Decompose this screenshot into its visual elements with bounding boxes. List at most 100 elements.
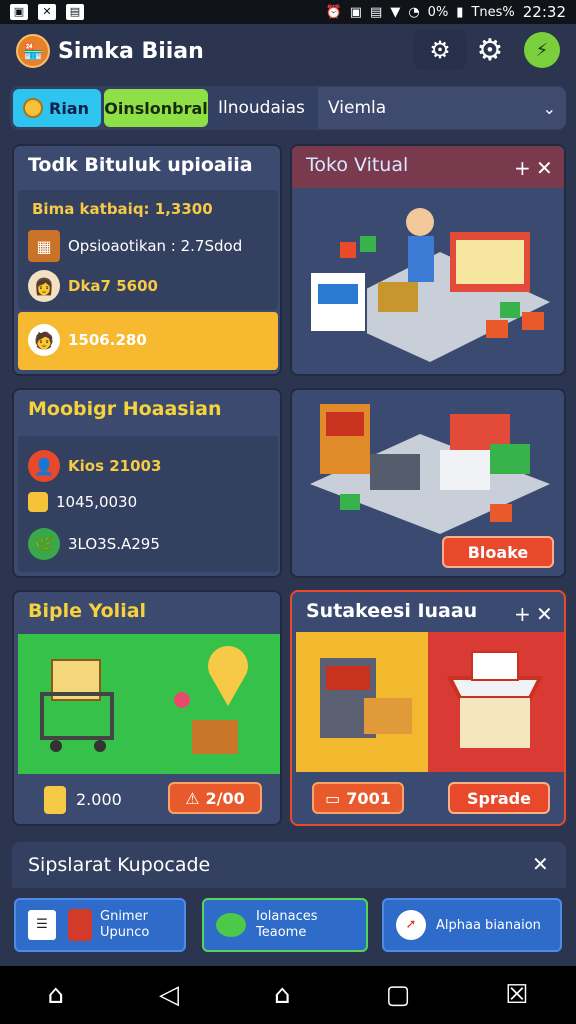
chip-rian[interactable]: Rian — [13, 89, 101, 127]
crate-icon: ▦ — [28, 230, 60, 262]
merchant-avatar-icon — [68, 909, 92, 941]
stock-row-1-text: Bima katbaiq: 1,3300 — [32, 200, 213, 218]
bottom-tab-iolanaces[interactable]: Iolanaces Teaome — [202, 898, 368, 952]
screenshot-icon: ▣ — [349, 4, 363, 20]
clock: 22:32 — [522, 3, 566, 21]
battery-icon: ▮ — [456, 4, 464, 20]
stock-card-title: Todk Bituluk upioaiia — [28, 154, 253, 176]
toko-plus-button[interactable]: + — [514, 156, 531, 180]
settings-gear-icon[interactable]: ⚙ — [420, 30, 460, 70]
cog-icon[interactable]: ⚙ — [470, 30, 510, 70]
back-icon[interactable]: ◁ — [159, 980, 179, 1010]
ticket-icon: ▭ — [325, 788, 341, 808]
notification-icon: ▣ — [10, 4, 28, 20]
warehouse-card: Bloake — [290, 388, 566, 578]
sutake-card: Sutakeesi Iuaau + ✕ ▭ 7001 Sprade — [290, 590, 566, 826]
stock-row-4: 🧑 1506.280 — [28, 324, 147, 356]
store-logo-icon: 🏪 — [16, 34, 50, 68]
bloake-button[interactable]: Bloake — [442, 536, 554, 568]
bottom-tab-gnimer-line2: Upunco — [100, 925, 150, 940]
stock-row-2: ▦ Opsioaotikan : 2.7Sdod — [28, 230, 242, 262]
close-icon: ✕ — [38, 4, 56, 20]
lightning-icon[interactable]: ⚡ — [524, 32, 560, 68]
sutake-button-1-label: 7001 — [346, 788, 391, 808]
biple-card-title: Biple Yolial — [28, 600, 147, 622]
sutake-plus-button[interactable]: + — [514, 602, 531, 626]
plant-icon: 🌿 — [28, 528, 60, 560]
home-alt-icon[interactable]: ⌂ — [48, 980, 65, 1010]
bottom-tab-iolanaces-text: Iolanaces Teaome — [256, 909, 318, 941]
alarm-icon: ⏰ — [325, 4, 342, 20]
modal-row-1: 👤 Kios 21003 — [28, 450, 161, 482]
upgrade-bar-label: Sipslarat Kupocade — [28, 854, 211, 876]
coin-stack-icon — [28, 492, 48, 512]
compass-icon: ➚ — [396, 910, 426, 940]
app-title: Simka Biian — [58, 38, 204, 64]
sutake-close-button[interactable]: ✕ — [536, 602, 553, 626]
bottom-tab-alphaa[interactable]: ➚ Alphaa bianaion — [382, 898, 562, 952]
stock-row-2-text: Opsioaotikan : 2.7Sdod — [68, 237, 243, 255]
modal-row-2: 1045,0030 — [28, 492, 137, 512]
home-icon[interactable]: ⌂ — [274, 980, 291, 1010]
sutake-card-title: Sutakeesi Iuaau — [306, 600, 478, 622]
gallery-icon: ▤ — [66, 4, 84, 20]
network-label: Tnes% — [471, 4, 515, 20]
stock-row-1: Bima katbaiq: 1,3300 — [32, 200, 213, 218]
biple-action-button[interactable]: ⚠ 2/00 — [168, 782, 262, 814]
leaf-icon — [216, 913, 246, 937]
system-nav-bar: ⌂ ◁ ⌂ ▢ ☒ — [0, 966, 576, 1024]
signal-icon: ▼ — [390, 4, 401, 20]
warehouse-illustration — [310, 404, 550, 534]
chip-rian-label: Rian — [49, 98, 89, 118]
sutake-button-1[interactable]: ▭ 7001 — [312, 782, 404, 814]
image-icon: ▤ — [370, 4, 383, 20]
biple-value: 2.000 — [76, 790, 122, 809]
stock-row-3-text: Dka7 5600 — [68, 277, 158, 295]
bottom-tab-alphaa-line1: Alphaa bianaion — [436, 917, 541, 933]
stock-card: Todk Bituluk upioaiia Bima katbaiq: 1,33… — [12, 144, 282, 376]
modal-row-3: 🌿 3LO3S.A295 — [28, 528, 160, 560]
assist-icon[interactable]: ☒ — [505, 980, 528, 1010]
sprade-button[interactable]: Sprade — [448, 782, 550, 814]
modal-row-1-text: Kios 21003 — [68, 457, 162, 475]
trophy-icon — [44, 786, 66, 814]
app-header: 🏪 Simka Biian ⚙ ⚙ ⚡ — [8, 28, 568, 74]
modal-row-2-text: 1045,0030 — [56, 493, 138, 511]
bottom-tab-iolanaces-line1: Iolanaces — [256, 909, 318, 924]
bottom-tab-iolanaces-line2: Teaome — [256, 925, 307, 940]
shopping-cart-illustration — [40, 646, 248, 754]
bottom-tab-gnimer-line1: Gnimer — [100, 909, 148, 924]
upgrade-bar-close[interactable]: ✕ — [532, 852, 549, 876]
shopkeeper-avatar-icon: 🧑 — [28, 324, 60, 356]
wifi-icon: ◔ — [408, 4, 420, 20]
shopper-avatar-icon: 👤 — [28, 450, 60, 482]
toko-close-button[interactable]: ✕ — [536, 156, 553, 180]
filter-label: Ilnoudaias — [218, 98, 305, 118]
chevron-down-icon: ⌄ — [542, 98, 556, 118]
toko-card: Toko Vitual + ✕ — [290, 144, 566, 376]
shop-stall-illustration — [320, 651, 544, 748]
list-icon: ☰ — [28, 910, 56, 940]
stock-row-4-text: 1506.280 — [68, 331, 147, 349]
status-bar: ▣ ✕ ▤ ⏰ ▣ ▤ ▼ ◔ 0% ▮ Tnes% 22:32 — [0, 0, 576, 24]
battery-percent: 0% — [427, 4, 449, 20]
coin-icon — [23, 98, 43, 118]
bottom-tab-gnimer[interactable]: ☰ Gnimer Upunco — [14, 898, 186, 952]
store-illustration — [309, 208, 550, 362]
modal-card: Moobigr Hoaasian 👤 Kios 21003 1045,0030 … — [12, 388, 282, 578]
modal-row-3-text: 3LO3S.A295 — [68, 535, 160, 553]
recents-icon[interactable]: ▢ — [386, 980, 411, 1010]
toko-card-title: Toko Vitual — [306, 154, 409, 176]
modal-card-title: Moobigr Hoaasian — [28, 398, 222, 420]
filter-select-value: Viemla — [328, 98, 387, 118]
bottom-tab-gnimer-text: Gnimer Upunco — [100, 909, 149, 941]
stock-row-3: 👩 Dka7 5600 — [28, 270, 158, 302]
filter-bar: Rian Oinslonbral Ilnoudaias Viemla ⌄ — [10, 86, 566, 130]
warning-icon: ⚠ — [185, 788, 200, 808]
upgrade-bar[interactable]: Sipslarat Kupocade ✕ — [12, 842, 566, 888]
biple-card: Biple Yolial 2.000 ⚠ 2/00 — [12, 590, 282, 826]
biple-action-label: 2/00 — [205, 788, 245, 808]
chip-oinslonbral[interactable]: Oinslonbral — [104, 89, 208, 127]
avatar-icon: 👩 — [28, 270, 60, 302]
filter-select[interactable]: Viemla ⌄ — [318, 87, 566, 129]
